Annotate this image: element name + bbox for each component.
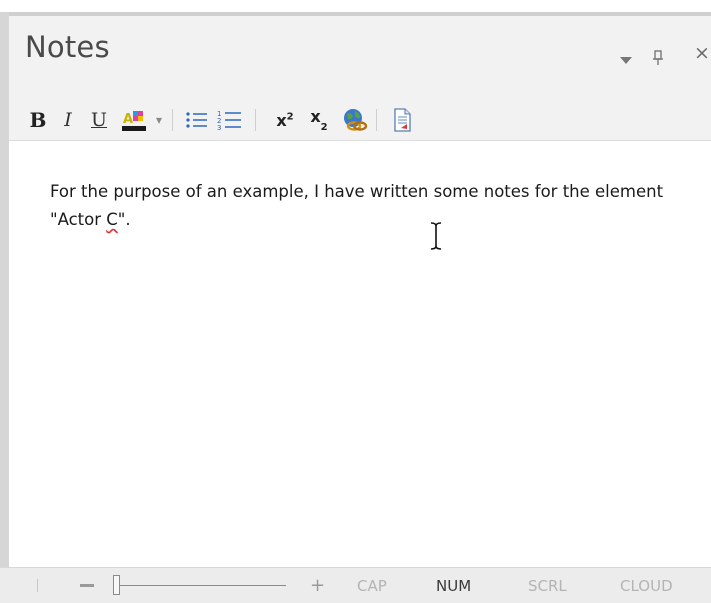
subscript-button[interactable]: x2: [305, 107, 333, 133]
pin-icon[interactable]: [652, 50, 664, 66]
text-color-dropdown[interactable]: ▾: [153, 108, 165, 132]
spellcheck-flagged-word[interactable]: C: [106, 210, 118, 229]
insert-hyperlink-button[interactable]: [339, 108, 369, 132]
status-divider: [37, 579, 38, 592]
scroll-lock-indicator: SCRL: [528, 577, 567, 595]
formatting-toolbar: B I U A ▾ 1 2 3 x2 x2: [9, 100, 711, 141]
zoom-out-button[interactable]: [80, 584, 94, 587]
globe-link-icon: [344, 109, 368, 131]
numbered-list-button[interactable]: 1 2 3: [216, 108, 244, 132]
underline-label: U: [90, 109, 107, 131]
numbered-list-icon: 1 2 3: [217, 110, 241, 131]
document-icon: [394, 108, 411, 132]
subscript-base: x: [310, 106, 321, 126]
status-bar: + CAP NUM SCRL CLOUD: [0, 567, 711, 603]
superscript-base: x: [276, 110, 287, 130]
document-button[interactable]: [389, 108, 415, 132]
notes-panel: Notes × B I U A ▾ 1 2 3 x2 x2 For the pu…: [9, 12, 711, 567]
caps-lock-indicator: CAP: [357, 577, 387, 595]
text-color-icon: A: [122, 111, 146, 131]
superscript-button[interactable]: x2: [271, 108, 299, 132]
panel-options-dropdown-icon[interactable]: [620, 57, 632, 64]
italic-label: I: [64, 109, 72, 131]
zoom-in-button[interactable]: +: [310, 575, 325, 596]
notes-text-main: For the purpose of an example, I have wr…: [50, 182, 664, 229]
svg-text:A: A: [123, 112, 133, 127]
svg-text:3: 3: [217, 124, 221, 131]
bold-button[interactable]: B: [27, 108, 49, 132]
close-icon[interactable]: ×: [694, 44, 710, 63]
superscript-icon: x2: [276, 111, 293, 130]
panel-title: Notes: [25, 30, 110, 64]
cloud-indicator: CLOUD: [620, 577, 673, 595]
left-frame-border: [0, 12, 9, 587]
notes-text-end: ".: [117, 210, 131, 229]
text-cursor-icon: [430, 221, 442, 251]
window-top-strip: [0, 0, 711, 12]
text-color-button[interactable]: A: [119, 108, 149, 132]
toolbar-divider: [376, 109, 377, 131]
notes-text[interactable]: For the purpose of an example, I have wr…: [50, 178, 670, 234]
zoom-slider-track[interactable]: [114, 585, 286, 586]
subscript-icon: x2: [310, 107, 327, 133]
underline-button[interactable]: U: [87, 108, 111, 132]
subscript-exponent: 2: [320, 122, 328, 134]
notes-editor[interactable]: For the purpose of an example, I have wr…: [9, 141, 711, 567]
bullet-list-icon: [186, 112, 207, 128]
panel-titlebar: Notes ×: [9, 16, 711, 100]
bold-label: B: [29, 108, 47, 132]
superscript-exponent: 2: [286, 111, 294, 123]
num-lock-indicator: NUM: [436, 577, 472, 595]
bullet-list-button[interactable]: [184, 108, 210, 132]
toolbar-divider: [172, 109, 173, 131]
zoom-slider-handle[interactable]: [113, 575, 120, 595]
chevron-down-icon: ▾: [155, 113, 163, 127]
italic-button[interactable]: I: [57, 108, 79, 132]
toolbar-divider: [255, 109, 256, 131]
